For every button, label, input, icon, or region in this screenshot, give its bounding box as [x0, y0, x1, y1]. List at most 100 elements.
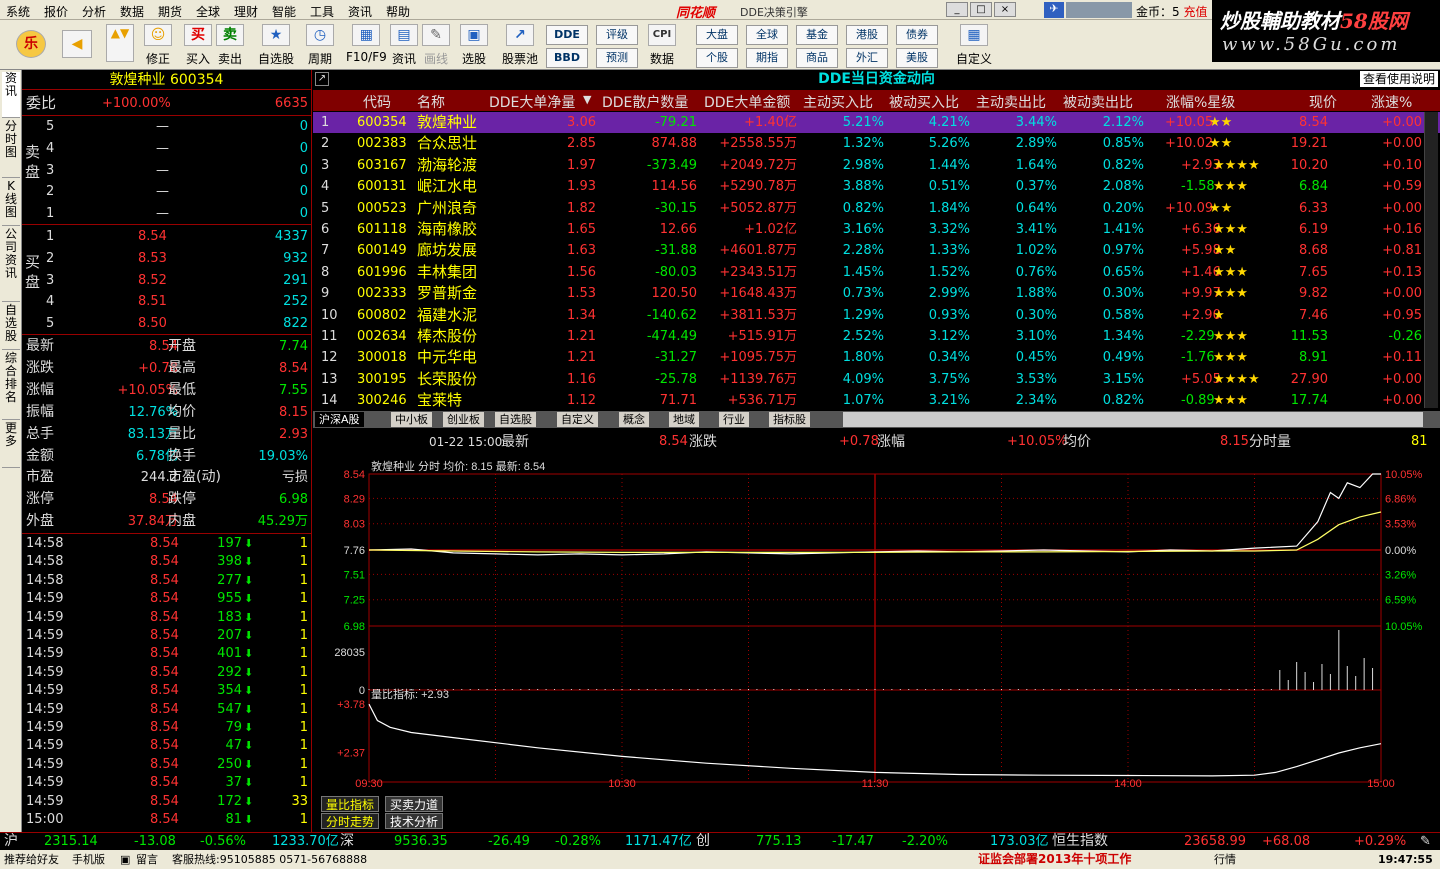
tab-index-stock[interactable]: 指标股 [769, 412, 810, 427]
stock-select-button[interactable]: ▣ 选股 [460, 24, 488, 67]
home-button[interactable]: 乐 [16, 30, 46, 58]
individual-button[interactable]: 个股 [696, 48, 738, 68]
menu-help[interactable]: 帮助 [386, 3, 410, 20]
wrench-icon[interactable]: ✎ [1420, 833, 1431, 850]
help-link[interactable]: 查看使用说明 [1359, 71, 1438, 87]
menu-futures[interactable]: 期货 [158, 3, 182, 20]
col-speed[interactable]: 涨速% [1371, 92, 1412, 112]
table-row[interactable]: 6 601118 海南橡胶 1.65 12.66 +1.02亿 3.16% 3.32% 3.41… [313, 219, 1440, 240]
tab-volume-ratio[interactable]: 量比指标 [321, 796, 380, 812]
menu-smart[interactable]: 智能 [272, 3, 296, 20]
user-avatar-icon[interactable]: ✈ [1044, 2, 1064, 18]
tab-more[interactable]: 更多 [2, 422, 20, 468]
watchlist-button[interactable]: ★ 自选股 [258, 24, 294, 67]
tab-company-info[interactable]: 公司资讯 [2, 228, 20, 302]
dde-button[interactable]: DDE [546, 25, 588, 45]
forecast-button[interactable]: 预测 [596, 48, 638, 68]
close-button[interactable]: × [994, 2, 1016, 17]
tab-concept[interactable]: 概念 [619, 412, 649, 427]
vertical-scrollbar[interactable] [1424, 112, 1438, 408]
table-row[interactable]: 4 600131 岷江水电 1.93 114.56 +5290.78万 3.88% 0.51%… [313, 176, 1440, 197]
tab-watchlist-market[interactable]: 自选股 [495, 412, 536, 427]
col-active-buy[interactable]: 主动买入比 [803, 92, 873, 112]
forex-button[interactable]: 外汇 [846, 48, 888, 68]
table-row[interactable]: 14 300246 宝莱特 1.12 71.71 +536.71万 1.07% 3.21% 2.… [313, 390, 1440, 411]
up-down-button[interactable]: ▲▼ [106, 24, 134, 62]
commodity-button[interactable]: 商品 [796, 48, 838, 68]
menu-tools[interactable]: 工具 [310, 3, 334, 20]
table-row[interactable]: 8 601996 丰林集团 1.56 -80.03 +2343.51万 1.45% 1.52%… [313, 262, 1440, 283]
sell-level-row[interactable]: 5 — 0 [22, 116, 312, 137]
customize-button[interactable]: ▦ 自定义 [956, 24, 992, 67]
index-futures-button[interactable]: 期指 [746, 48, 788, 68]
table-row[interactable]: 5 000523 广州浪奇 1.82 -30.15 +5052.87万 0.82% 1.84%… [313, 198, 1440, 219]
col-name[interactable]: 名称 [417, 92, 445, 112]
buy-level-row[interactable]: 3 8.52 291 [22, 270, 312, 291]
table-row[interactable]: 13 300195 长荣股份 1.16 -25.78 +1139.76万 4.09% 3.75… [313, 369, 1440, 390]
col-code[interactable]: 代码 [363, 92, 391, 112]
sell-level-row[interactable]: 2 — 0 [22, 181, 312, 202]
menu-analysis[interactable]: 分析 [82, 3, 106, 20]
col-price[interactable]: 现价 [1309, 92, 1337, 112]
buy-level-row[interactable]: 4 8.51 252 [22, 291, 312, 312]
col-dde-net[interactable]: DDE大单净量 [489, 92, 575, 112]
sell-level-row[interactable]: 4 — 0 [22, 138, 312, 159]
tab-intraday-trend[interactable]: 分时走势 [321, 813, 380, 829]
menu-news[interactable]: 资讯 [348, 3, 372, 20]
col-change-star[interactable]: 涨幅%星级 [1166, 92, 1235, 112]
sell-level-row[interactable]: 3 — 0 [22, 160, 312, 181]
message-icon[interactable]: ▣ [120, 850, 130, 869]
buy-level-row[interactable]: 1 8.54 4337 [22, 226, 312, 247]
tab-custom[interactable]: 自定义 [557, 412, 598, 427]
bond-button[interactable]: 债券 [896, 25, 938, 45]
quote-status[interactable]: 行情 [1214, 850, 1236, 869]
menu-global[interactable]: 全球 [196, 3, 220, 20]
tab-industry[interactable]: 行业 [719, 412, 749, 427]
horizontal-scrollbar[interactable] [843, 412, 1423, 427]
col-dde-amount[interactable]: DDE大单金额 [704, 92, 790, 112]
back-button[interactable]: ◀ [62, 30, 92, 58]
menu-system[interactable]: 系统 [6, 3, 30, 20]
news-ticker[interactable]: 证监会部署2013年十项工作 [978, 850, 1131, 869]
table-row[interactable]: 2 002383 合众思壮 2.85 874.88 +2558.55万 1.32% 5.26%… [313, 133, 1440, 154]
sz-index[interactable]: 9536.35 [394, 833, 448, 850]
table-row[interactable]: 12 300018 中元华电 1.21 -31.27 +1095.75万 1.80% 0.34… [313, 347, 1440, 368]
tab-news[interactable]: 资讯 [2, 72, 20, 118]
tab-tech-analysis[interactable]: 技术分析 [385, 813, 444, 829]
minimize-button[interactable]: _ [946, 2, 968, 17]
stock-title[interactable]: 敦煌种业 600354 [22, 70, 311, 90]
tab-gem[interactable]: 创业板 [443, 412, 484, 427]
cy-index[interactable]: 775.13 [756, 833, 802, 850]
sell-level-row[interactable]: 1 — 0 [22, 203, 312, 224]
message-link[interactable]: 留言 [136, 850, 158, 869]
hk-stock-button[interactable]: 港股 [846, 25, 888, 45]
stock-pool-button[interactable]: ↗ 股票池 [502, 24, 538, 67]
col-passive-buy[interactable]: 被动买入比 [889, 92, 959, 112]
table-row[interactable]: 11 002634 棒杰股份 1.21 -474.49 +515.91万 2.52% 3.12… [313, 326, 1440, 347]
news-button[interactable]: ▤ 资讯 [390, 24, 418, 67]
table-row[interactable]: 7 600149 廊坊发展 1.63 -31.88 +4601.87万 2.28% 1.33%… [313, 240, 1440, 261]
table-row[interactable]: 3 603167 渤海轮渡 1.97 -373.49 +2049.72万 2.98% 1.44… [313, 155, 1440, 176]
data-button[interactable]: CPI 数据 [648, 24, 676, 67]
buy-level-row[interactable]: 2 8.53 932 [22, 248, 312, 269]
correct-button[interactable]: ☺ 修正 [144, 24, 172, 67]
mobile-link[interactable]: 手机版 [72, 850, 105, 869]
col-passive-sell[interactable]: 被动卖出比 [1063, 92, 1133, 112]
period-button[interactable]: ◷ 周期 [306, 24, 334, 67]
buy-level-row[interactable]: 5 8.50 822 [22, 313, 312, 334]
maximize-button[interactable]: □ [970, 2, 992, 17]
tab-ranking[interactable]: 综合排名 [2, 352, 20, 420]
tab-sme[interactable]: 中小板 [391, 412, 432, 427]
hs-index[interactable]: 23658.99 [1184, 833, 1246, 850]
table-row[interactable]: 9 002333 罗普斯金 1.53 120.50 +1648.43万 0.73% 2.99%… [313, 283, 1440, 304]
menu-quote[interactable]: 报价 [44, 3, 68, 20]
bbd-button[interactable]: BBD [546, 48, 588, 68]
sell-button[interactable]: 卖卖出 [216, 24, 244, 67]
fund-button[interactable]: 基金 [796, 25, 838, 45]
market-button[interactable]: 大盘 [696, 25, 738, 45]
rating-button[interactable]: 评级 [596, 25, 638, 45]
draw-line-button[interactable]: ✎ 画线 [422, 24, 450, 67]
us-stock-button[interactable]: 美股 [896, 48, 938, 68]
recharge-link[interactable]: 充值 [1183, 5, 1207, 19]
tab-buy-sell-force[interactable]: 买卖力道 [385, 796, 444, 812]
